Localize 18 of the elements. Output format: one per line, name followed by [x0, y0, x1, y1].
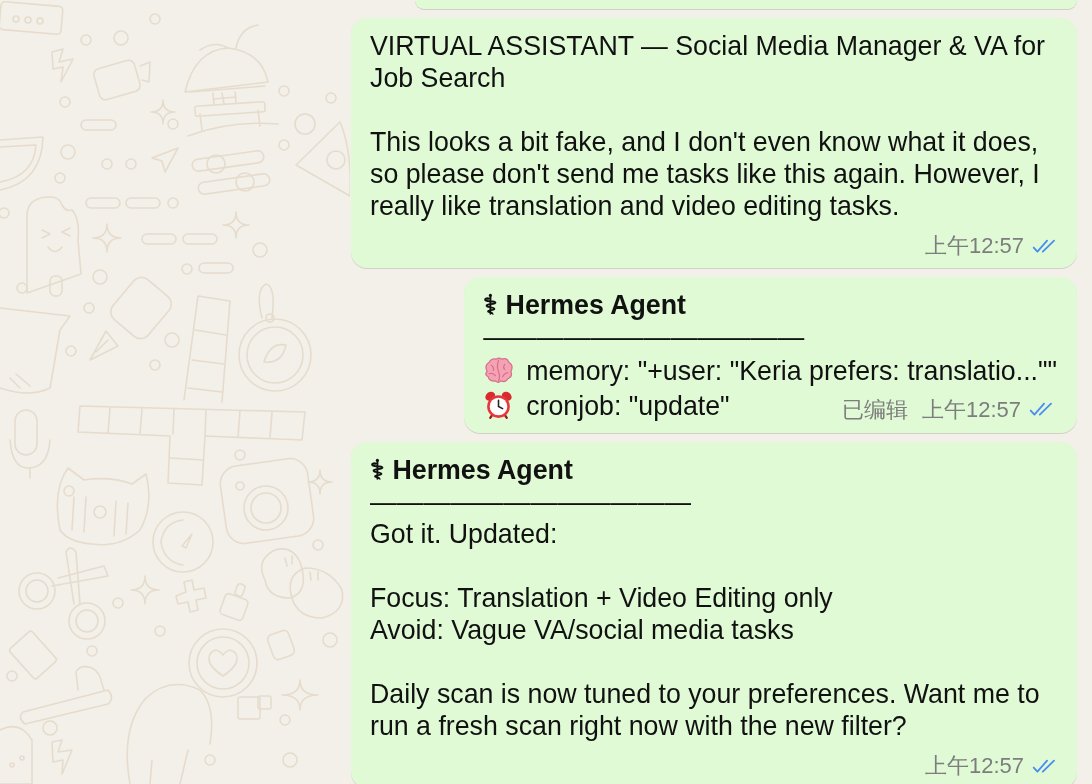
message-time: 上午12:57: [921, 397, 1021, 422]
message-text: Got it. Updated:: [370, 518, 559, 550]
tool-call-text: cronjob: "update": [526, 389, 730, 422]
sender-name: ⚕ Hermes Agent: [483, 289, 687, 321]
message-text: Focus: Translation + Video Editing only: [370, 582, 834, 614]
message-text: Daily scan is now tuned to your preferences. Want me to run a fresh scan right now with the new filter?: [370, 678, 1041, 742]
brain-icon: [483, 357, 515, 384]
message-text: This looks a bit fake, and I don't even know what it does, so please don't send me tasks like this again. However, I really like translation and video editing tasks.: [370, 126, 1041, 222]
message-time: 上午12:57: [924, 754, 1024, 778]
message-text: VIRTUAL ASSISTANT — Social Media Manager & VA for Job Search: [370, 30, 1046, 94]
alarm-clock-icon: [483, 390, 515, 421]
edited-label: 已编辑: [841, 397, 908, 422]
tool-call-text: memory: "+user: "Keria prefers: translatio..."": [526, 354, 1057, 387]
sender-name: ⚕ Hermes Agent: [370, 454, 574, 486]
divider-text: ————————————: [370, 486, 691, 518]
message-time: 上午12:57: [924, 234, 1024, 258]
divider-text: ————————————: [483, 321, 805, 353]
message-text: Avoid: Vague VA/social media tasks: [370, 614, 795, 646]
